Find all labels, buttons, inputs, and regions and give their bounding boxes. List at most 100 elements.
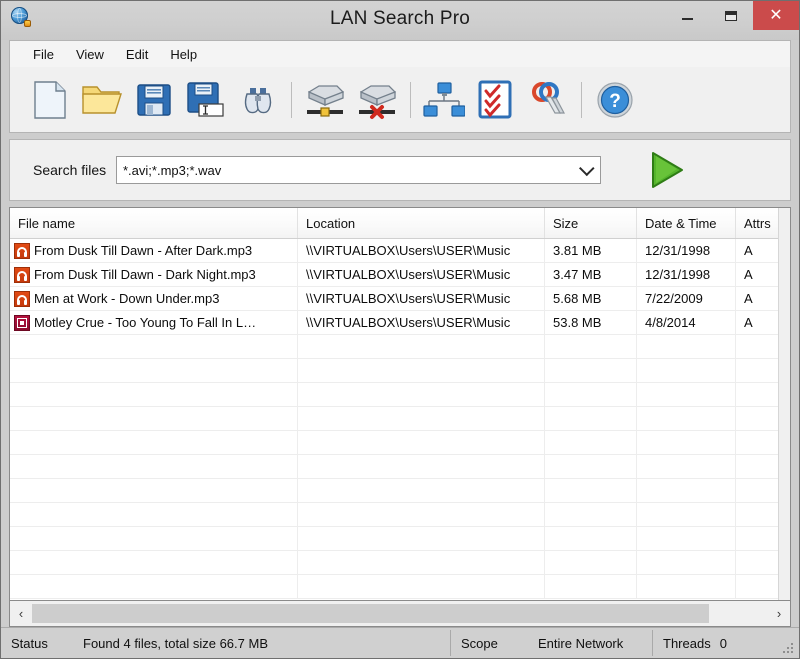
table-row-empty[interactable]	[10, 479, 790, 503]
table-row[interactable]: Men at Work - Down Under.mp3 \\VIRTUALBOX…	[10, 287, 790, 311]
find-button[interactable]	[232, 74, 284, 126]
scroll-right-arrow-icon[interactable]: ›	[768, 601, 790, 626]
network-computers-button[interactable]	[418, 74, 470, 126]
help-icon: ?	[597, 81, 633, 118]
status-label: Status	[11, 635, 48, 651]
cell-empty	[10, 359, 298, 382]
column-header-location[interactable]: Location	[298, 208, 545, 238]
cell-empty	[545, 479, 637, 502]
cell-empty	[545, 551, 637, 574]
horizontal-scrollbar-track[interactable]	[32, 601, 768, 626]
cell-empty	[298, 551, 545, 574]
remove-network-drive-icon	[359, 84, 397, 119]
search-input[interactable]: *.avi;*.mp3;*.wav	[117, 163, 574, 178]
resize-grip-icon[interactable]	[783, 643, 795, 655]
audio-file-icon	[14, 290, 30, 307]
table-row-empty[interactable]	[10, 527, 790, 551]
cell-empty	[298, 383, 545, 406]
cell-location: \\VIRTUALBOX\Users\USER\Music	[298, 287, 545, 310]
cell-empty	[637, 551, 736, 574]
checklist-icon	[478, 80, 512, 118]
search-files-label: Search files	[33, 162, 107, 178]
cell-size: 3.81 MB	[545, 239, 637, 262]
table-row[interactable]: Motley Crue - Too Young To Fall In L… \\V…	[10, 311, 790, 335]
new-document-button[interactable]	[24, 74, 76, 126]
cell-empty	[298, 431, 545, 454]
save-button[interactable]	[128, 74, 180, 126]
column-header-file-name[interactable]: File name	[10, 208, 298, 238]
add-network-drive-icon	[307, 84, 345, 117]
cell-file-name-text: Motley Crue - Too Young To Fall In L…	[34, 315, 257, 330]
cell-size: 53.8 MB	[545, 311, 637, 334]
maximize-button[interactable]	[709, 1, 753, 30]
cell-attrs-text: A	[744, 291, 753, 306]
cell-empty	[545, 503, 637, 526]
cell-empty	[298, 335, 545, 358]
cell-empty	[637, 575, 736, 598]
cell-size-text: 3.47 MB	[553, 267, 602, 282]
table-row-empty[interactable]	[10, 575, 790, 599]
cell-empty	[545, 455, 637, 478]
minimize-button[interactable]	[665, 1, 709, 30]
vertical-scrollbar-track[interactable]	[778, 208, 790, 600]
table-row-empty[interactable]	[10, 335, 790, 359]
column-header-size[interactable]: Size	[545, 208, 637, 238]
help-button[interactable]: ?	[589, 74, 641, 126]
cell-empty	[545, 527, 637, 550]
horizontal-scrollbar[interactable]: ‹ ›	[9, 601, 791, 627]
horizontal-scrollbar-thumb[interactable]	[32, 603, 710, 623]
window-controls: ✕	[665, 1, 799, 30]
toolbar-separator-1	[291, 81, 292, 118]
search-files-combobox[interactable]: *.avi;*.mp3;*.wav	[116, 156, 601, 184]
map-network-drive-button[interactable]	[299, 74, 351, 126]
cell-empty	[10, 383, 298, 406]
cell-date-time: 12/31/1998	[637, 263, 736, 286]
table-row-empty[interactable]	[10, 407, 790, 431]
table-row-empty[interactable]	[10, 551, 790, 575]
svg-text:?: ?	[609, 91, 621, 112]
cell-file-name: From Dusk Till Dawn - After Dark.mp3	[10, 239, 298, 262]
cell-size: 5.68 MB	[545, 287, 637, 310]
cell-attrs-text: A	[744, 267, 753, 282]
scroll-left-arrow-icon[interactable]: ‹	[10, 601, 32, 626]
table-row[interactable]: From Dusk Till Dawn - After Dark.mp3 \\VI…	[10, 239, 790, 263]
application-window: LAN Search Pro ✕ File View Edit Help ? S…	[0, 0, 800, 659]
chevron-down-icon[interactable]	[574, 157, 600, 183]
cell-empty	[298, 503, 545, 526]
save-as-button[interactable]	[180, 74, 232, 126]
cell-empty	[298, 527, 545, 550]
cell-location-text: \\VIRTUALBOX\Users\USER\Music	[306, 243, 511, 258]
table-row-empty[interactable]	[10, 455, 790, 479]
options-button[interactable]	[470, 74, 522, 126]
cell-file-name: From Dusk Till Dawn - Dark Night.mp3	[10, 263, 298, 286]
close-button[interactable]: ✕	[753, 1, 799, 30]
save-icon	[137, 83, 171, 116]
start-search-button[interactable]	[641, 147, 691, 193]
cell-empty	[637, 407, 736, 430]
table-row-empty[interactable]	[10, 503, 790, 527]
cell-empty	[298, 407, 545, 430]
cell-empty	[10, 455, 298, 478]
menu-item-file[interactable]: File	[22, 44, 65, 65]
new-document-icon	[34, 80, 66, 119]
column-header-date-time[interactable]: Date & Time	[637, 208, 736, 238]
cell-empty	[637, 383, 736, 406]
results-rows: From Dusk Till Dawn - After Dark.mp3 \\VI…	[10, 239, 790, 600]
cell-location-text: \\VIRTUALBOX\Users\USER\Music	[306, 267, 511, 282]
menu-item-edit[interactable]: Edit	[115, 44, 159, 65]
menu-item-help[interactable]: Help	[159, 44, 208, 65]
cell-empty	[545, 383, 637, 406]
cell-empty	[637, 479, 736, 502]
table-row-empty[interactable]	[10, 383, 790, 407]
table-row-empty[interactable]	[10, 359, 790, 383]
credentials-button[interactable]	[522, 74, 574, 126]
disconnect-network-drive-button[interactable]	[351, 74, 403, 126]
table-row-empty[interactable]	[10, 431, 790, 455]
cell-date-time: 4/8/2014	[637, 311, 736, 334]
cell-empty	[545, 359, 637, 382]
menu-item-view[interactable]: View	[65, 44, 115, 65]
table-row[interactable]: From Dusk Till Dawn - Dark Night.mp3 \\VI…	[10, 263, 790, 287]
play-icon	[652, 152, 683, 188]
open-folder-button[interactable]	[76, 74, 128, 126]
threads-label: Threads	[663, 635, 711, 651]
